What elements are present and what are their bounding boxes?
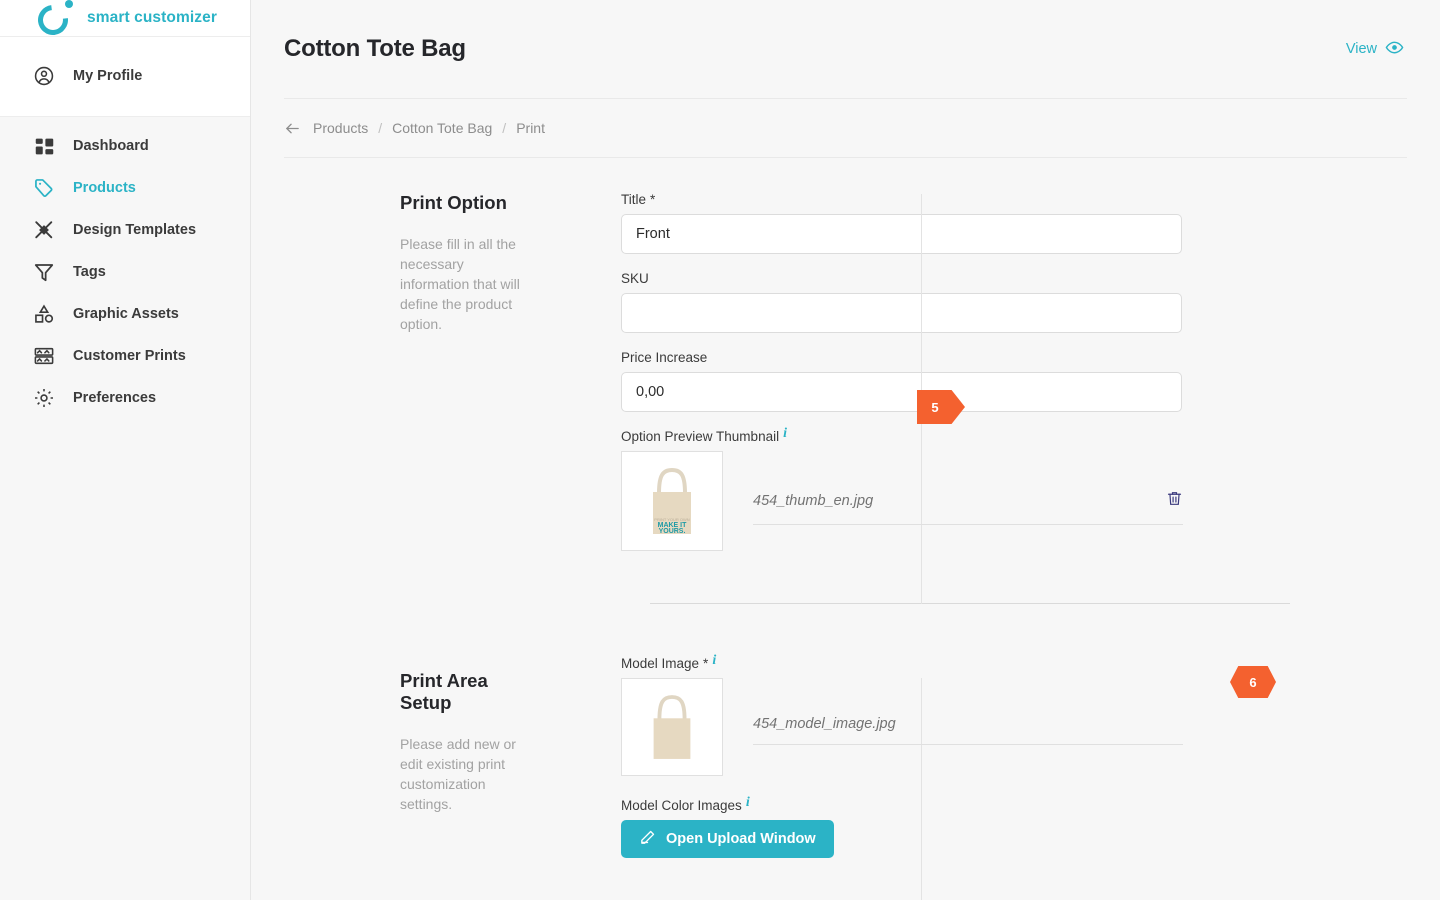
form-content: Print Option Please fill in all the nece… — [251, 158, 1440, 900]
breadcrumb-item-print[interactable]: Print — [516, 120, 545, 136]
page-title: Cotton Tote Bag — [284, 35, 466, 62]
model-image-preview[interactable] — [621, 678, 723, 776]
section-title: Print Area Setup — [400, 670, 488, 713]
brand-name: smart customizer — [87, 9, 217, 26]
sidebar-item-label: Products — [73, 180, 136, 196]
model-image-group: Model Image * i 454_model_image.jpg — [621, 654, 1300, 776]
open-upload-window-label: Open Upload Window — [666, 831, 816, 847]
print-option-intro: Print Option Please fill in all the nece… — [251, 192, 521, 568]
breadcrumb-item-cotton-tote-bag[interactable]: Cotton Tote Bag — [392, 120, 492, 136]
sidebar-item-label: Dashboard — [73, 138, 149, 154]
title-label: Title * — [621, 192, 1300, 207]
open-upload-window-button[interactable]: Open Upload Window — [621, 820, 834, 858]
model-image-label-text: Model Image — [621, 656, 700, 671]
sidebar-item-label: Tags — [73, 264, 106, 280]
sidebar-profile-group: My Profile — [0, 37, 250, 117]
sku-field-group: SKU — [621, 271, 1300, 333]
thumbnail-file-meta: 454_thumb_en.jpg — [753, 451, 1300, 525]
price-increase-label-text: Price Increase — [621, 350, 708, 365]
sidebar-item-label: Preferences — [73, 390, 157, 406]
model-color-images-label-text: Model Color Images — [621, 798, 742, 813]
price-increase-input[interactable] — [621, 372, 1182, 412]
sections-divider — [650, 603, 1290, 604]
print-area-setup-fields: Model Image * i 454_model_image.jpg Mode… — [521, 654, 1440, 875]
sidebar-item-label: Design Templates — [73, 222, 197, 238]
filter-funnel-icon — [32, 260, 56, 284]
info-icon[interactable]: i — [712, 654, 716, 668]
print-area-setup-intro: Print Area Setup Please add new or edit … — [251, 656, 521, 875]
dashboard-grid-icon — [32, 134, 56, 158]
model-image-file-row-inner: 454_model_image.jpg — [753, 716, 1183, 745]
model-image-label: Model Image * i — [621, 654, 1300, 672]
trash-icon[interactable] — [1166, 489, 1183, 512]
info-icon[interactable]: i — [746, 796, 750, 810]
model-color-images-label: Model Color Images i — [621, 796, 1300, 814]
section-title: Print Option — [400, 192, 507, 213]
sidebar-item-customer-prints[interactable]: Customer Prints — [0, 335, 250, 377]
svg-text:YOURS.: YOURS. — [659, 528, 686, 535]
section-description: Please fill in all the necessary informa… — [400, 236, 520, 332]
ring-dot-logo-icon — [31, 0, 75, 42]
brand-logo[interactable]: smart customizer — [0, 0, 250, 42]
breadcrumb-separator: / — [502, 120, 507, 136]
sku-input[interactable] — [621, 293, 1182, 333]
model-image-file-row: 454_model_image.jpg — [621, 678, 1300, 776]
sidebar-item-preferences[interactable]: Preferences — [0, 377, 250, 419]
sidebar-item-dashboard[interactable]: Dashboard — [0, 125, 250, 167]
sidebar-item-tags[interactable]: Tags — [0, 251, 250, 293]
tour-badge-6[interactable]: 6 — [1230, 666, 1276, 698]
breadcrumb-item-products[interactable]: Products — [313, 120, 368, 136]
view-link[interactable]: View — [1346, 38, 1404, 61]
breadcrumb: Products / Cotton Tote Bag / Print — [251, 99, 1440, 157]
print-option-section: Print Option Please fill in all the nece… — [251, 192, 1440, 604]
prints-stack-icon — [32, 344, 56, 368]
sidebar-item-my-profile[interactable]: My Profile — [0, 55, 250, 97]
sidebar-item-design-templates[interactable]: Design Templates — [0, 209, 250, 251]
required-marker: * — [650, 192, 656, 207]
option-preview-thumbnail-group: Option Preview Thumbnail i PRINT YOUR OW… — [621, 427, 1300, 551]
thumbnail-label-text: Option Preview Thumbnail — [621, 429, 780, 444]
tote-bag-thumbnail-image: PRINT YOUR OWN MAKE IT YOURS. — [653, 467, 691, 535]
thumbnail-preview[interactable]: PRINT YOUR OWN MAKE IT YOURS. — [621, 451, 723, 551]
gear-icon — [32, 386, 56, 410]
top-bar: Cotton Tote Bag View — [251, 0, 1440, 98]
section-description: Please add new or edit existing print cu… — [400, 736, 516, 812]
sidebar-item-label: Graphic Assets — [73, 306, 179, 322]
sidebar: smart customizer My Profile Dashboard Pr… — [0, 0, 251, 900]
title-input[interactable] — [621, 214, 1182, 254]
model-color-images-group: Model Color Images i Open Upload Window — [621, 796, 1300, 858]
model-image-file-meta: 454_model_image.jpg — [753, 678, 1300, 745]
thumbnail-file-row-inner: 454_thumb_en.jpg — [753, 489, 1183, 525]
title-label-text: Title — [621, 192, 647, 207]
tag-icon — [32, 176, 56, 200]
print-option-fields: Title * SKU Price Increase — [521, 192, 1440, 568]
sidebar-item-label: My Profile — [73, 68, 143, 84]
shapes-icon — [32, 302, 56, 326]
thumbnail-file-row: PRINT YOUR OWN MAKE IT YOURS. 454_thumb_… — [621, 451, 1300, 551]
title-field-group: Title * — [621, 192, 1300, 254]
app-root: smart customizer My Profile Dashboard Pr… — [0, 0, 1440, 900]
breadcrumb-separator: / — [378, 120, 383, 136]
templates-icon — [32, 218, 56, 242]
pencil-icon — [639, 829, 656, 850]
sidebar-item-graphic-assets[interactable]: Graphic Assets — [0, 293, 250, 335]
model-image-file-name: 454_model_image.jpg — [753, 716, 896, 732]
info-icon[interactable]: i — [783, 427, 787, 441]
main-content: Cotton Tote Bag View Products / Cotton T… — [251, 0, 1440, 900]
required-marker: * — [703, 656, 709, 671]
sku-label-text: SKU — [621, 271, 649, 286]
option-preview-thumbnail-label: Option Preview Thumbnail i — [621, 427, 1300, 445]
eye-icon — [1385, 38, 1404, 61]
view-label: View — [1345, 41, 1377, 57]
sku-label: SKU — [621, 271, 1300, 286]
sidebar-item-label: Customer Prints — [73, 348, 186, 364]
thumbnail-file-name: 454_thumb_en.jpg — [753, 492, 874, 509]
arrow-left-icon[interactable] — [284, 120, 301, 137]
sidebar-main-group: Dashboard Products Design Templates Tags… — [0, 117, 250, 900]
user-circle-icon — [32, 64, 56, 88]
sidebar-item-products[interactable]: Products — [0, 167, 250, 209]
tote-bag-model-image — [653, 695, 691, 759]
price-increase-label: Price Increase — [621, 350, 1300, 365]
